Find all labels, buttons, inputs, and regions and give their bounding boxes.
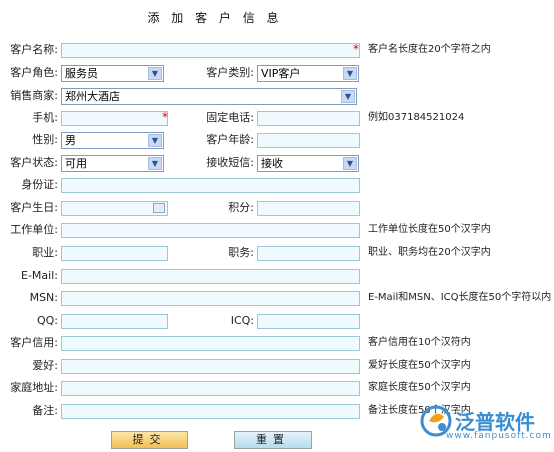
mobile-label: 手机: — [32, 111, 58, 124]
mobile-input[interactable] — [61, 111, 168, 126]
calendar-icon[interactable] — [153, 203, 165, 213]
address-label: 家庭地址: — [10, 381, 58, 394]
watermark-url: www.fanpusoft.com — [446, 431, 552, 441]
customer-role-value: 服务员 — [65, 67, 98, 80]
sms-label: 接收短信: — [206, 156, 254, 169]
customer-role-select[interactable]: 服务员 ▼ — [61, 65, 164, 82]
id-card-label: 身份证: — [21, 178, 58, 191]
chevron-down-icon[interactable]: ▼ — [148, 157, 162, 170]
sms-select[interactable]: 接收 ▼ — [257, 155, 359, 172]
address-hint: 家庭长度在50个汉字内 — [368, 382, 471, 393]
birthday-label: 客户生日: — [10, 201, 58, 214]
points-input[interactable] — [257, 201, 360, 216]
dealer-label: 销售商家: — [10, 89, 58, 102]
hobby-input[interactable] — [61, 359, 360, 374]
occupation-input[interactable] — [61, 246, 168, 261]
qq-input[interactable] — [61, 314, 168, 329]
required-star: * — [353, 42, 359, 56]
dealer-select[interactable]: 郑州大酒店 ▼ — [61, 88, 357, 105]
email-label: E-Mail: — [21, 269, 58, 282]
msn-hint: E-Mail和MSN、ICQ长度在50个字符以内 — [368, 292, 552, 303]
hobby-hint: 爱好长度在50个汉字内 — [368, 360, 471, 371]
page-title: 添 加 客 户 信 息 — [147, 11, 283, 25]
credit-label: 客户信用: — [10, 336, 58, 349]
required-star: * — [162, 110, 168, 124]
points-label: 积分: — [228, 201, 254, 214]
submit-button[interactable]: 提交 — [111, 431, 188, 449]
phone-hint: 例如037184521024 — [368, 112, 465, 123]
id-card-input[interactable] — [61, 178, 360, 193]
hobby-label: 爱好: — [32, 359, 58, 372]
customer-type-value: VIP客户 — [261, 67, 301, 80]
customer-type-select[interactable]: VIP客户 ▼ — [257, 65, 359, 82]
chevron-down-icon[interactable]: ▼ — [148, 67, 162, 80]
customer-type-label: 客户类别: — [206, 66, 254, 79]
occupation-label: 职业: — [32, 246, 58, 259]
name-hint: 客户名长度在20个字符之内 — [368, 44, 491, 55]
icq-label: ICQ: — [230, 314, 254, 327]
customer-role-label: 客户角色: — [10, 66, 58, 79]
work-unit-label: 工作单位: — [10, 223, 58, 236]
landline-input[interactable] — [257, 111, 360, 126]
sms-value: 接收 — [261, 157, 283, 170]
chevron-down-icon[interactable]: ▼ — [343, 67, 357, 80]
occupation-hint: 职业、职务均在20个汉字内 — [368, 247, 491, 258]
landline-label: 固定电话: — [206, 111, 254, 124]
reset-button[interactable]: 重置 — [234, 431, 312, 449]
msn-input[interactable] — [61, 291, 360, 306]
birthday-input[interactable] — [61, 201, 168, 216]
age-input[interactable] — [257, 133, 360, 148]
credit-hint: 客户信用在10个汉符内 — [368, 337, 471, 348]
status-select[interactable]: 可用 ▼ — [61, 155, 164, 172]
status-value: 可用 — [65, 157, 87, 170]
gender-value: 男 — [65, 134, 76, 147]
msn-label: MSN: — [29, 291, 58, 304]
position-label: 职务: — [228, 246, 254, 259]
gender-label: 性别: — [32, 133, 58, 146]
status-label: 客户状态: — [10, 156, 58, 169]
gender-select[interactable]: 男 ▼ — [61, 132, 164, 149]
work-unit-input[interactable] — [61, 223, 360, 238]
remark-input[interactable] — [61, 404, 360, 419]
chevron-down-icon[interactable]: ▼ — [341, 90, 355, 103]
chevron-down-icon[interactable]: ▼ — [148, 134, 162, 147]
position-input[interactable] — [257, 246, 360, 261]
chevron-down-icon[interactable]: ▼ — [343, 157, 357, 170]
credit-input[interactable] — [61, 336, 360, 351]
email-input[interactable] — [61, 269, 360, 284]
work-unit-hint: 工作单位长度在50个汉字内 — [368, 224, 491, 235]
icq-input[interactable] — [257, 314, 360, 329]
dealer-value: 郑州大酒店 — [65, 90, 120, 103]
age-label: 客户年龄: — [206, 133, 254, 146]
qq-label: QQ: — [36, 314, 58, 327]
customer-name-label: 客户名称: — [10, 43, 58, 56]
customer-name-input[interactable] — [61, 43, 360, 58]
remark-label: 备注: — [32, 404, 58, 417]
address-input[interactable] — [61, 381, 360, 396]
